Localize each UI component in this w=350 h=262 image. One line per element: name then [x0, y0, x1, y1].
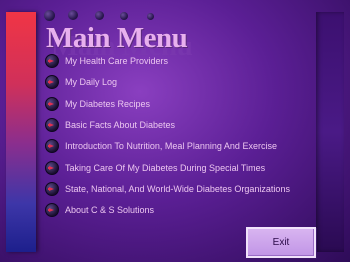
menu-item-about[interactable]: About C & S Solutions	[45, 202, 154, 218]
menu-item-organizations[interactable]: State, National, And World-Wide Diabetes…	[45, 181, 290, 197]
menu-item-daily-log[interactable]: My Daily Log	[45, 74, 117, 90]
menu-item-health-care-providers[interactable]: My Health Care Providers	[45, 53, 168, 69]
exit-button[interactable]: Exit	[246, 227, 316, 258]
menu-item-label[interactable]: Introduction To Nutrition, Meal Planning…	[65, 141, 277, 151]
dot-icon	[68, 10, 78, 20]
menu-item-diabetes-recipes[interactable]: My Diabetes Recipes	[45, 96, 150, 112]
menu-item-label[interactable]: State, National, And World-Wide Diabetes…	[65, 184, 290, 194]
menu-item-basic-facts[interactable]: Basic Facts About Diabetes	[45, 117, 175, 133]
exit-button-label[interactable]: Exit	[273, 237, 290, 248]
dot-icon	[147, 13, 154, 20]
menu-item-label[interactable]: My Diabetes Recipes	[65, 99, 150, 109]
right-decorative-bar	[316, 12, 344, 252]
left-decorative-bar	[6, 12, 36, 252]
page-title: Main Menu	[46, 22, 188, 54]
arrow-bullet-icon[interactable]	[45, 75, 59, 89]
menu-item-label[interactable]: About C & S Solutions	[65, 205, 154, 215]
menu-item-label[interactable]: My Health Care Providers	[65, 56, 168, 66]
arrow-bullet-icon[interactable]	[45, 97, 59, 111]
menu-item-label[interactable]: My Daily Log	[65, 77, 117, 87]
arrow-bullet-icon[interactable]	[45, 182, 59, 196]
menu-item-nutrition-intro[interactable]: Introduction To Nutrition, Meal Planning…	[45, 138, 277, 154]
arrow-bullet-icon[interactable]	[45, 161, 59, 175]
menu-item-special-times[interactable]: Taking Care Of My Diabetes During Specia…	[45, 160, 265, 176]
dot-icon	[44, 10, 55, 21]
arrow-bullet-icon[interactable]	[45, 54, 59, 68]
dot-icon	[120, 12, 128, 20]
menu-item-label[interactable]: Taking Care Of My Diabetes During Specia…	[65, 163, 265, 173]
dot-icon	[95, 11, 104, 20]
arrow-bullet-icon[interactable]	[45, 118, 59, 132]
arrow-bullet-icon[interactable]	[45, 203, 59, 217]
arrow-bullet-icon[interactable]	[45, 139, 59, 153]
menu-item-label[interactable]: Basic Facts About Diabetes	[65, 120, 175, 130]
